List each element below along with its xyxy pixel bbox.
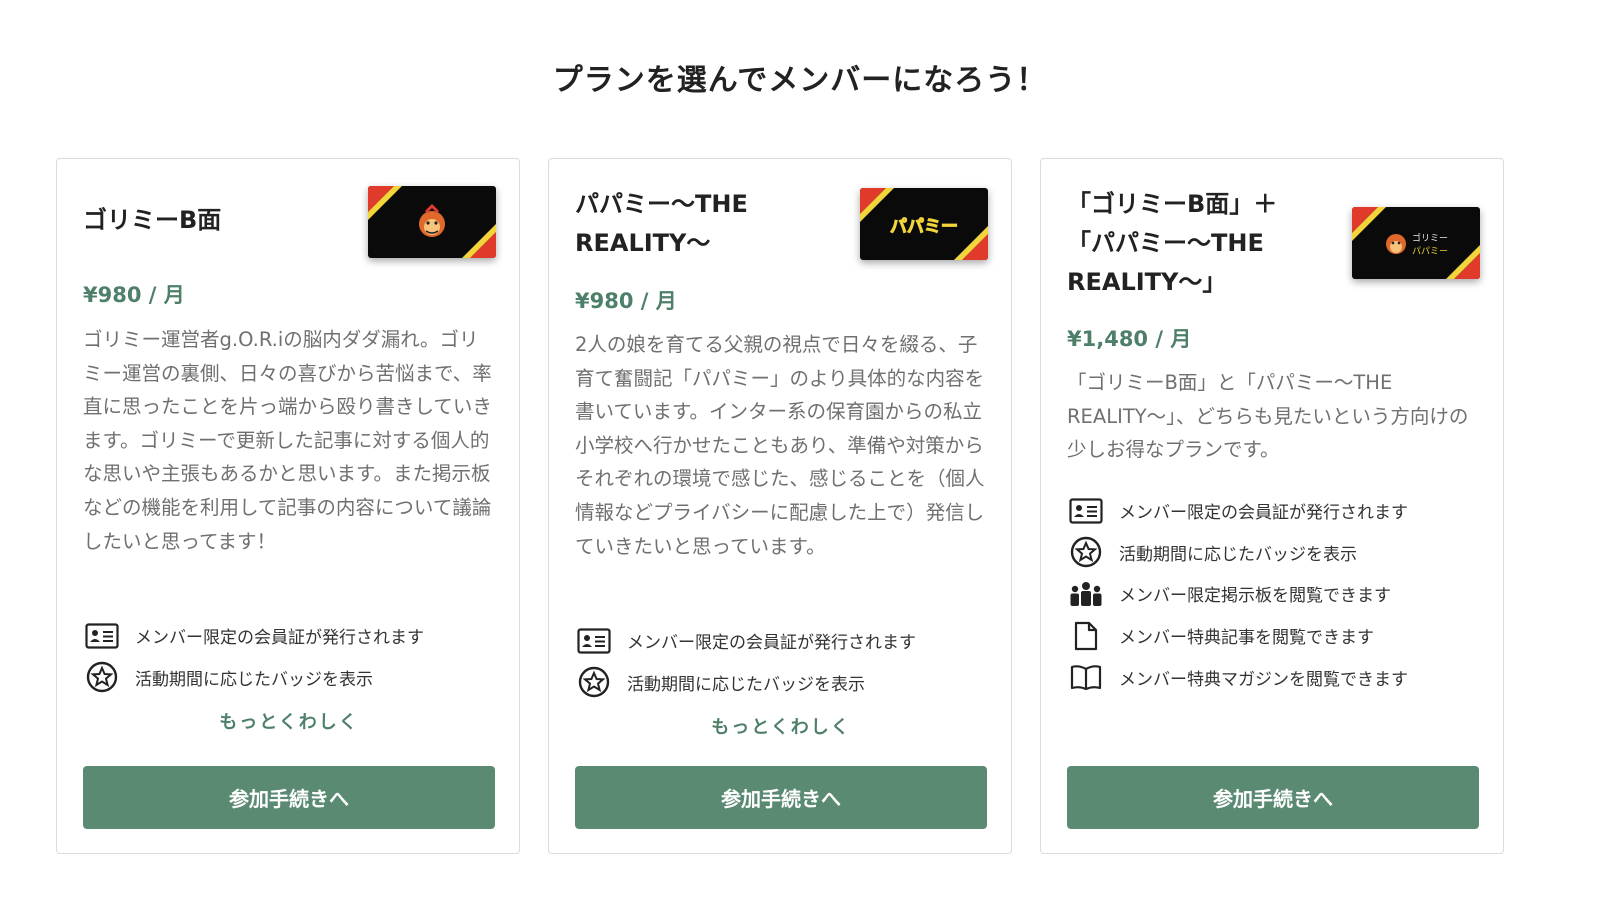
plan-description: 2人の娘を育てる父親の視点で日々を綴る、子育て奮闘記「パパミー」のより具体的な内… bbox=[575, 333, 985, 558]
plan-card-gorimy-b: ゴリミーB面 ¥980 / 月 ゴリミー運営者g.O.R.iの脳内ダダ漏れ。ゴリ… bbox=[56, 158, 520, 854]
plan-card-papamy: パパミー〜THE REALITY〜 パパミー ¥980 / 月 2人の娘を育てる… bbox=[548, 158, 1012, 854]
thumb-logo-text: パパミー bbox=[890, 217, 958, 237]
thumb-logo-text: ゴリミー bbox=[1412, 232, 1448, 244]
benefit-item: 活動期間に応じたバッジを表示 bbox=[575, 662, 995, 704]
id-card-icon bbox=[83, 621, 121, 651]
benefit-list: メンバー限定の会員証が発行されます 活動期間に応じたバッジを表示 bbox=[575, 620, 995, 703]
plan-name: 「ゴリミーB面」＋「パパミー〜THE REALITY〜」 bbox=[1067, 190, 1278, 296]
book-icon bbox=[1067, 662, 1105, 692]
plan-price: ¥1,480 / 月 bbox=[1067, 327, 1192, 351]
benefit-item: メンバー限定の会員証が発行されます bbox=[575, 620, 995, 662]
plan-price: ¥980 / 月 bbox=[83, 283, 185, 307]
plan-card-bundle: 「ゴリミーB面」＋「パパミー〜THE REALITY〜」 ゴリミー パパミー ¥… bbox=[1040, 158, 1504, 854]
id-card-icon bbox=[1067, 496, 1105, 526]
id-card-icon bbox=[575, 626, 613, 656]
plan-description: 「ゴリミーB面」と「パパミー〜THE REALITY〜」、どちらも見たいという方… bbox=[1067, 371, 1469, 462]
star-badge-icon bbox=[1067, 537, 1105, 568]
monkey-face-icon bbox=[419, 203, 445, 237]
star-badge-icon bbox=[575, 667, 613, 698]
thumb-logo-text: パパミー bbox=[1412, 246, 1448, 257]
benefit-item: メンバー限定の会員証が発行されます bbox=[83, 615, 503, 657]
join-button[interactable]: 参加手続きへ bbox=[83, 766, 495, 829]
benefit-item: メンバー限定の会員証が発行されます bbox=[1067, 490, 1487, 532]
plan-thumbnail: ゴリミー パパミー bbox=[1352, 207, 1480, 279]
join-button[interactable]: 参加手続きへ bbox=[1067, 766, 1479, 829]
page-title: プランを選んでメンバーになろう！ bbox=[552, 63, 1048, 98]
plan-thumbnail bbox=[368, 186, 496, 258]
benefit-item: メンバー特典記事を閲覧できます bbox=[1067, 615, 1487, 657]
group-icon bbox=[1067, 579, 1105, 609]
benefit-item: メンバー特典マガジンを閲覧できます bbox=[1067, 656, 1487, 698]
benefit-list: メンバー限定の会員証が発行されます 活動期間に応じたバッジを表示 メンバー限定掲… bbox=[1067, 490, 1487, 698]
more-details-link[interactable]: もっとくわしく bbox=[549, 713, 1013, 739]
benefit-list: メンバー限定の会員証が発行されます 活動期間に応じたバッジを表示 bbox=[83, 615, 503, 698]
document-icon bbox=[1067, 621, 1105, 651]
plan-name: パパミー〜THE REALITY〜 bbox=[575, 190, 748, 257]
plan-thumbnail: パパミー bbox=[860, 188, 988, 260]
plan-price: ¥980 / 月 bbox=[575, 289, 677, 313]
benefit-item: 活動期間に応じたバッジを表示 bbox=[1067, 532, 1487, 574]
monkey-face-icon bbox=[1386, 234, 1406, 254]
benefit-item: メンバー限定掲示板を閲覧できます bbox=[1067, 573, 1487, 615]
join-button[interactable]: 参加手続きへ bbox=[575, 766, 987, 829]
plan-description: ゴリミー運営者g.O.R.iの脳内ダダ漏れ。ゴリミー運営の裏側、日々の喜びから苦… bbox=[83, 328, 492, 553]
more-details-link[interactable]: もっとくわしく bbox=[57, 708, 521, 734]
star-badge-icon bbox=[83, 662, 121, 693]
plan-name: ゴリミーB面 bbox=[83, 206, 222, 234]
benefit-item: 活動期間に応じたバッジを表示 bbox=[83, 657, 503, 699]
